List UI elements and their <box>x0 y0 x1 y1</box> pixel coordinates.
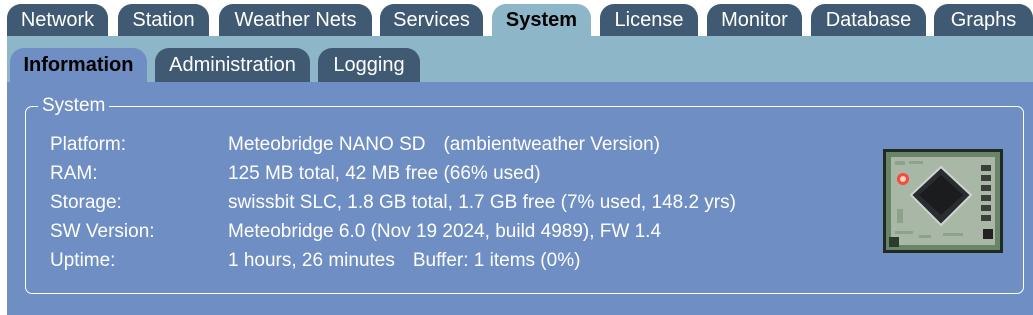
hardware-board-image <box>883 149 1003 253</box>
tab-monitor[interactable]: Monitor <box>707 4 802 36</box>
system-fieldset: System Platform: Meteobridge NANO SD (amb… <box>25 95 1024 294</box>
tab-system[interactable]: System <box>492 4 591 36</box>
ram-value: 125 MB total, 42 MB free (66% used) <box>228 163 541 184</box>
ram-label: RAM: <box>50 163 98 184</box>
sub-tab-bar: Information Administration Logging <box>7 36 1033 82</box>
uptime-value: 1 hours, 26 minutes Buffer: 1 items (0%) <box>228 248 580 274</box>
tab-station[interactable]: Station <box>118 4 209 36</box>
platform-label: Platform: <box>50 134 127 155</box>
uptime-label: Uptime: <box>50 250 116 271</box>
tab-logging[interactable]: Logging <box>318 48 420 82</box>
tab-weather-nets[interactable]: Weather Nets <box>219 4 372 36</box>
platform-version: (ambientweather Version) <box>443 134 660 155</box>
storage-label: Storage: <box>50 192 122 213</box>
tab-graphs[interactable]: Graphs <box>934 4 1033 36</box>
sw-version-value: Meteobridge 6.0 (Nov 19 2024, build 4989… <box>228 221 662 242</box>
uptime-duration: 1 hours, 26 minutes <box>228 250 395 271</box>
storage-value: swissbit SLC, 1.8 GB total, 1.7 GB free … <box>228 192 736 213</box>
buffer-status: Buffer: 1 items (0%) <box>412 250 581 271</box>
platform-name: Meteobridge NANO SD <box>228 134 426 155</box>
system-legend: System <box>38 95 110 117</box>
sw-version-label: SW Version: <box>50 221 155 242</box>
main-tab-bar: Network Station Weather Nets Services Sy… <box>0 0 1033 36</box>
tab-license[interactable]: License <box>600 4 698 36</box>
tab-administration[interactable]: Administration <box>155 48 310 82</box>
tab-services[interactable]: Services <box>380 4 483 36</box>
platform-value: Meteobridge NANO SD (ambientweather Versi… <box>228 132 660 158</box>
tab-information[interactable]: Information <box>10 48 147 82</box>
content-panel: System Platform: Meteobridge NANO SD (amb… <box>7 82 1033 315</box>
tab-database[interactable]: Database <box>811 4 926 36</box>
tab-network[interactable]: Network <box>7 4 108 36</box>
